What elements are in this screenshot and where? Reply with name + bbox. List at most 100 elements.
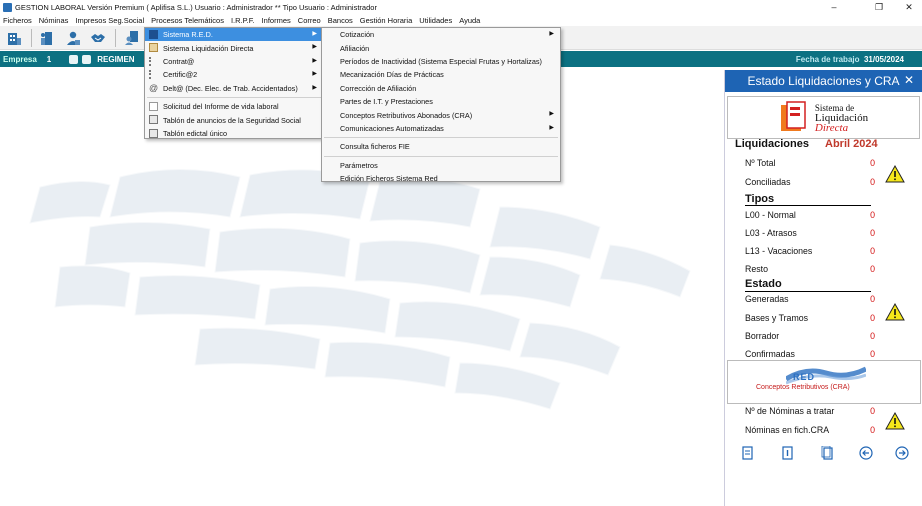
- bulletin-board-icon: [149, 115, 158, 125]
- red-logo-subtitle: Conceptos Retributivos (CRA): [756, 384, 850, 391]
- handshake-icon[interactable]: [88, 29, 108, 47]
- menu-correo[interactable]: Correo: [298, 16, 321, 25]
- tipos-title: Tipos: [745, 193, 775, 205]
- window-title: GESTION LABORAL Versión Premium ( Aplifi…: [15, 2, 377, 12]
- company-icon[interactable]: [4, 29, 24, 47]
- document-export-icon[interactable]: [741, 446, 755, 460]
- submenu-arrow-icon: ▶: [549, 31, 554, 37]
- toolbar-separator: [115, 28, 116, 47]
- menu-ficheros[interactable]: Ficheros: [3, 16, 32, 25]
- menu-item-tablon-edictal[interactable]: Tablón edictal único: [145, 127, 323, 140]
- company-number: 1: [46, 54, 52, 64]
- menu-item-periodos-inactividad[interactable]: Períodos de Inactividad (Sistema Especia…: [322, 55, 560, 68]
- menu-item-vida-laboral[interactable]: Solicitud del Informe de vida laboral: [145, 100, 323, 113]
- sld-logo-line1: Sistema de: [814, 102, 855, 113]
- submenu-arrow-icon: ▶: [312, 71, 317, 78]
- menu-bancos[interactable]: Bancos: [328, 16, 353, 25]
- estado-confirmadas-value: 0: [870, 349, 875, 359]
- menu-gestion-horaria[interactable]: Gestión Horaria: [360, 16, 413, 25]
- warning-icon[interactable]: [885, 412, 905, 430]
- estado-generadas-value: 0: [870, 294, 875, 304]
- estado-borrador-label: Borrador: [745, 331, 780, 341]
- menu-item-contrata[interactable]: Contrat@ ▶: [145, 55, 323, 68]
- menu-procesos-telematicos[interactable]: Procesos Telemáticos: [151, 16, 224, 25]
- close-icon[interactable]: ✕: [904, 73, 914, 87]
- menu-item-tablon-anuncios[interactable]: Tablón de anuncios de la Seguridad Socia…: [145, 113, 323, 126]
- tipos-divider: [745, 205, 871, 206]
- menu-item-partes-it[interactable]: Partes de I.T. y Prestaciones: [322, 95, 560, 108]
- document-person-icon[interactable]: [122, 29, 142, 47]
- workplace-icon[interactable]: [38, 29, 58, 47]
- menu-item-comunicaciones[interactable]: Comunicaciones Automatizadas ▶: [322, 122, 560, 135]
- menu-separator: [324, 155, 558, 157]
- menu-item-afiliacion[interactable]: Afiliación: [322, 41, 560, 54]
- company-search-icon[interactable]: [69, 54, 79, 64]
- regimen-label: REGIMEN: [97, 54, 135, 64]
- menu-impresos[interactable]: Impresos Seg.Social: [75, 16, 144, 25]
- sistema-red-submenu: Cotización ▶ Afiliación Períodos de Inac…: [321, 27, 561, 185]
- menu-separator: [147, 96, 321, 98]
- estado-divider: [745, 291, 871, 292]
- menu-item-cra[interactable]: Conceptos Retributivos Abonados (CRA) ▶: [322, 108, 560, 121]
- arrow-left-icon[interactable]: [859, 446, 873, 460]
- menu-nominas[interactable]: Nóminas: [39, 16, 69, 25]
- menu-item-certifica2[interactable]: Certific@2 ▶: [145, 68, 323, 81]
- tipo-l00-label: L00 - Normal: [745, 210, 796, 220]
- menu-bar: Ficheros Nóminas Impresos Seg.Social Pro…: [0, 14, 922, 26]
- menu-item-consulta-fie[interactable]: Consulta ficheros FIE: [322, 140, 560, 153]
- sld-logo-mark: [780, 100, 806, 131]
- menu-item-mecanizacion-practicas[interactable]: Mecanización Días de Prácticas: [322, 68, 560, 81]
- at-sign-icon: @: [149, 82, 159, 93]
- company-list-icon[interactable]: [82, 54, 92, 64]
- arrow-right-icon[interactable]: [895, 446, 909, 460]
- menu-item-sistema-red[interactable]: Sistema R.E.D. ▶: [145, 28, 323, 42]
- estado-generadas-label: Generadas: [745, 294, 789, 304]
- estado-borrador-value: 0: [870, 331, 875, 341]
- estado-bases-label: Bases y Tramos: [745, 313, 809, 323]
- maximize-icon[interactable]: ❐: [864, 0, 894, 14]
- row-conciliadas-label: Conciliadas: [745, 177, 791, 187]
- title-bar: GESTION LABORAL Versión Premium ( Aplifi…: [0, 0, 922, 14]
- close-icon[interactable]: ✕: [894, 0, 922, 14]
- submenu-arrow-icon: ▶: [549, 124, 554, 131]
- document-stack-icon[interactable]: [821, 446, 835, 460]
- menu-item-liquidacion-directa[interactable]: Sistema Liquidación Directa ▶: [145, 41, 323, 54]
- cra-nominas-tratar-label: Nº de Nóminas a tratar: [745, 406, 835, 416]
- telematic-processes-menu: Sistema R.E.D. ▶ Sistema Liquidación Dir…: [144, 27, 324, 139]
- menu-irpf[interactable]: I.R.P.F.: [231, 16, 255, 25]
- warning-icon[interactable]: [885, 303, 905, 321]
- row-conciliadas-value: 0: [870, 177, 875, 187]
- work-date-value: 31/05/2024: [863, 54, 904, 64]
- toolbar-separator: [31, 28, 32, 47]
- menu-item-correccion-afiliacion[interactable]: Corrección de Afiliación: [322, 82, 560, 95]
- menu-item-parametros[interactable]: Parámetros: [322, 159, 560, 172]
- cra-nominas-fich-value: 0: [870, 425, 875, 435]
- minimize-icon[interactable]: –: [819, 0, 849, 14]
- warning-icon[interactable]: [885, 165, 905, 183]
- sld-logo-line2: Liquidación: [814, 111, 869, 124]
- menu-item-cotizacion[interactable]: Cotización ▶: [322, 28, 560, 41]
- menu-item-delta[interactable]: @ Delt@ (Dec. Elec. de Trab. Accidentado…: [145, 82, 323, 95]
- document-info-icon[interactable]: [781, 446, 795, 460]
- document-icon: [149, 43, 158, 53]
- menu-informes[interactable]: Informes: [262, 16, 291, 25]
- cra-nominas-fich-label: Nóminas en fich.CRA: [745, 425, 830, 435]
- menu-item-edicion-ficheros[interactable]: Edición Ficheros Sistema Red: [322, 172, 560, 185]
- period-label: Abril 2024: [825, 138, 878, 150]
- red-system-icon: [149, 30, 158, 39]
- tipo-resto-label: Resto: [745, 264, 768, 274]
- estado-title: Estado: [745, 278, 782, 290]
- row-total-label: Nº Total: [745, 158, 776, 168]
- tipo-l13-value: 0: [870, 246, 875, 256]
- menu-ayuda[interactable]: Ayuda: [459, 16, 480, 25]
- submenu-arrow-icon: ▶: [549, 111, 554, 118]
- employee-icon[interactable]: [63, 29, 83, 47]
- menu-utilidades[interactable]: Utilidades: [419, 16, 452, 25]
- tipo-l13-label: L13 - Vacaciones: [745, 246, 813, 256]
- company-label: Empresa: [3, 54, 37, 64]
- liquidations-status-panel: Estado Liquidaciones y CRA ✕ Sistema de …: [724, 70, 922, 506]
- row-total-value: 0: [870, 158, 875, 168]
- estado-bases-value: 0: [870, 313, 875, 323]
- work-date-label: Fecha de trabajo: [795, 54, 860, 64]
- red-cra-logo: RED Conceptos Retributivos (CRA): [727, 360, 921, 404]
